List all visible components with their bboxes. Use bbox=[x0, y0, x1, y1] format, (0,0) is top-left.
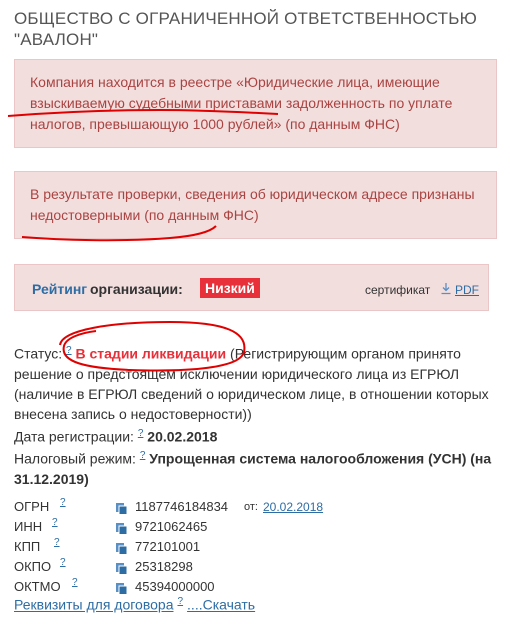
tax-regime-value: Упрощенная система налогообложения (УСН) bbox=[149, 450, 467, 467]
okpo-label: ОКПО bbox=[14, 559, 52, 574]
address-invalid-alert: В результате проверки, сведения об юриди… bbox=[14, 171, 497, 239]
tax-regime-help-icon[interactable]: ? bbox=[140, 450, 146, 461]
status-block: Статус: ? В стадии ликвидации (Регистрир… bbox=[14, 341, 494, 489]
rating-label: организации: bbox=[90, 281, 183, 297]
kpp-help-icon[interactable]: ? bbox=[54, 533, 60, 553]
download-link[interactable]: ....Скачать bbox=[187, 597, 255, 613]
company-title: ОБЩЕСТВО С ОГРАНИЧЕННОЙ ОТВЕТСТВЕННОСТЬЮ… bbox=[14, 9, 477, 49]
status-value: В стадии ликвидации bbox=[75, 345, 227, 362]
registration-label: Дата регистрации: bbox=[14, 428, 134, 445]
okpo-help-icon[interactable]: ? bbox=[60, 553, 66, 573]
pdf-link[interactable]: PDF bbox=[455, 283, 479, 297]
requisites-links: Реквизиты для договора? ....Скачать bbox=[14, 596, 255, 613]
inn-row: ИНН ? 9721062465 bbox=[14, 517, 494, 537]
kpp-label: КПП bbox=[14, 539, 41, 554]
okpo-row: ОКПО ? 25318298 bbox=[14, 557, 494, 577]
kpp-row: КПП ? 772101001 bbox=[14, 537, 494, 557]
debt-registry-alert: Компания находится в реестре «Юридически… bbox=[14, 59, 497, 148]
registration-date: 20.02.2018 bbox=[147, 428, 218, 445]
rating-panel: Рейтинг организации: Низкий сертификат P… bbox=[14, 264, 489, 311]
rating-link[interactable]: Рейтинг bbox=[32, 281, 87, 297]
status-help-icon[interactable]: ? bbox=[66, 345, 72, 356]
oktmo-label: ОКТМО bbox=[14, 579, 61, 594]
ogrn-value: 1187746184834 bbox=[135, 499, 229, 514]
tax-regime-label: Налоговый режим: bbox=[14, 450, 136, 467]
download-icon[interactable] bbox=[440, 282, 452, 295]
certificate-label: сертификат bbox=[365, 283, 431, 297]
inn-value: 9721062465 bbox=[135, 519, 208, 534]
copy-icon[interactable] bbox=[115, 581, 128, 595]
oktmo-help-icon[interactable]: ? bbox=[72, 573, 78, 593]
ogrn-from-date[interactable]: 20.02.2018 bbox=[263, 497, 323, 517]
oktmo-value: 45394000000 bbox=[135, 579, 215, 594]
address-invalid-alert-text: В результате проверки, сведения об юриди… bbox=[30, 186, 475, 223]
debt-registry-alert-text: Компания находится в реестре «Юридически… bbox=[30, 74, 453, 132]
ogrn-row: ОГРН ? 1187746184834 от: 20.02.2018 bbox=[14, 497, 494, 517]
ogrn-from-label: от: bbox=[244, 501, 258, 513]
oktmo-row: ОКТМО ? 45394000000 bbox=[14, 577, 494, 597]
inn-label: ИНН bbox=[14, 519, 43, 534]
copy-icon[interactable] bbox=[115, 521, 128, 535]
registration-help-icon[interactable]: ? bbox=[138, 428, 144, 439]
copy-icon[interactable] bbox=[115, 561, 128, 575]
ogrn-help-icon[interactable]: ? bbox=[60, 493, 66, 513]
okpo-value: 25318298 bbox=[135, 559, 193, 574]
copy-icon[interactable] bbox=[115, 501, 128, 515]
copy-icon[interactable] bbox=[115, 541, 128, 555]
requisites-help-icon[interactable]: ? bbox=[177, 596, 183, 607]
kpp-value: 772101001 bbox=[135, 539, 201, 554]
ogrn-label: ОГРН bbox=[14, 499, 50, 514]
status-label: Статус: bbox=[14, 345, 63, 362]
rating-badge: Низкий bbox=[200, 278, 260, 298]
requisites-link[interactable]: Реквизиты для договора bbox=[14, 597, 173, 613]
inn-help-icon[interactable]: ? bbox=[52, 513, 58, 533]
